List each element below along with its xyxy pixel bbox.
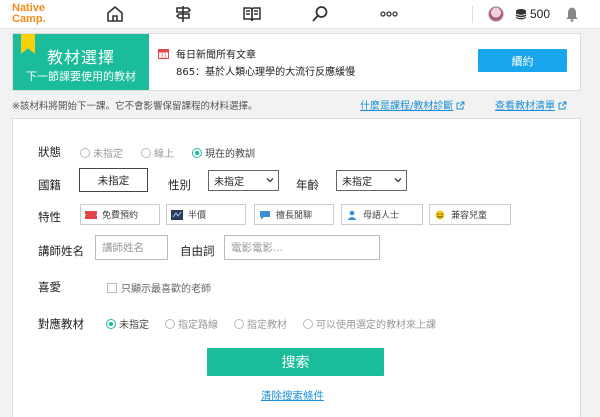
feature-label-text: 母語人士 <box>363 211 400 221</box>
banner-title: 教材選擇 <box>46 48 115 67</box>
ticket-icon <box>85 210 97 219</box>
home-icon[interactable] <box>104 4 126 24</box>
age-select[interactable]: 未指定 <box>336 170 407 191</box>
free-word-placeholder: 電影電影... <box>231 242 284 254</box>
favorite-only-checkbox[interactable]: 只顯示最喜歡的老師 <box>107 280 211 295</box>
material-option-material[interactable]: 指定教材 <box>234 316 287 331</box>
clear-search-link[interactable]: 清除搜索條件 <box>261 388 324 403</box>
radio-icon <box>80 147 90 158</box>
top-nav-bar: Native Camp. 500 <box>0 0 600 29</box>
feature-label-text: 半價 <box>188 211 207 221</box>
radio-selected-icon <box>106 318 116 329</box>
chevron-down-icon <box>394 178 402 183</box>
checkbox-icon <box>107 282 117 293</box>
status-option-label: 線上 <box>154 149 174 160</box>
status-radio-group: 未指定 線上 現在的教訓 <box>80 145 273 160</box>
material-option-route[interactable]: 指定路線 <box>165 316 218 331</box>
coin-stack-icon <box>515 9 527 20</box>
feature-native-speaker[interactable]: 母語人士 <box>341 204 423 225</box>
chat-bubble-icon <box>260 210 270 219</box>
course-diagnosis-link[interactable]: 什麼是課程/教材診斷 <box>360 97 465 112</box>
course-diagnosis-link-label: 什麼是課程/教材診斷 <box>360 101 454 112</box>
material-option-label: 指定教材 <box>247 320 287 331</box>
smile-icon <box>435 210 445 219</box>
gender-select[interactable]: 未指定 <box>208 170 279 191</box>
avatar[interactable] <box>488 6 504 22</box>
teacher-name-placeholder: 講師姓名 <box>102 242 144 254</box>
material-radio-group: 未指定 指定路線 指定教材 可以使用選定的教材來上課 <box>106 316 436 331</box>
status-option-label: 現在的教訓 <box>205 149 255 160</box>
logo-line2: Camp. <box>12 13 46 25</box>
search-button[interactable]: 搜索 <box>207 348 384 376</box>
status-option-online[interactable]: 線上 <box>141 145 174 160</box>
feature-child-friendly[interactable]: 兼容兒童 <box>429 204 511 225</box>
coin-count: 500 <box>530 7 551 21</box>
free-word-input[interactable]: 電影電影... <box>224 235 380 260</box>
gender-label: 性別 <box>168 178 191 192</box>
current-lesson-title: 865：基於人類心理學的大流行反應緩慢 <box>176 67 356 78</box>
feature-free-reservation[interactable]: 免費預約 <box>80 204 160 225</box>
status-option-unspecified[interactable]: 未指定 <box>80 145 123 160</box>
gender-select-value: 未指定 <box>214 177 244 188</box>
news-category: 每日新聞所有文章 <box>176 50 256 61</box>
feature-half-price[interactable]: 半價 <box>166 204 246 225</box>
half-price-icon <box>171 209 183 220</box>
feature-label: 特性 <box>38 210 61 224</box>
favorite-label: 喜愛 <box>38 280 61 294</box>
material-option-label: 未指定 <box>119 320 149 331</box>
external-link-icon <box>456 101 465 110</box>
search-icon[interactable] <box>309 4 331 24</box>
more-icon[interactable] <box>378 4 400 24</box>
feature-label-text: 擅長閒聊 <box>276 211 313 221</box>
native-camp-logo[interactable]: Native Camp. <box>12 3 46 25</box>
age-select-value: 未指定 <box>342 177 372 188</box>
material-list-link-label: 查看教材清單 <box>495 101 555 112</box>
material-list-link[interactable]: 查看教材清單 <box>495 97 567 112</box>
svg-text:31: 31 <box>160 54 166 60</box>
book-icon[interactable] <box>241 4 263 24</box>
free-word-label: 自由詞 <box>180 244 215 258</box>
radio-icon <box>303 318 313 329</box>
status-option-label: 未指定 <box>93 149 123 160</box>
bell-icon[interactable] <box>565 6 579 22</box>
signpost-icon[interactable] <box>172 4 194 24</box>
material-option-selected-material[interactable]: 可以使用選定的教材來上課 <box>303 316 436 331</box>
feature-label-text: 免費預約 <box>102 211 139 221</box>
calendar-icon: 31 <box>158 49 169 60</box>
material-option-unspecified[interactable]: 未指定 <box>106 316 149 331</box>
person-icon <box>347 210 357 220</box>
chevron-down-icon <box>266 178 274 183</box>
teacher-name-label: 講師姓名 <box>38 244 84 258</box>
radio-icon <box>165 318 175 329</box>
status-label: 狀態 <box>38 145 61 159</box>
favorite-checkbox-label: 只顯示最喜歡的老師 <box>121 284 211 295</box>
feature-label-text: 兼容兒童 <box>451 211 488 221</box>
continue-button[interactable]: 續約 <box>478 49 567 72</box>
material-option-label: 可以使用選定的教材來上課 <box>316 320 436 331</box>
material-selection-banner: 教材選擇 下一節課要使用的教材 31 每日新聞所有文章 865：基於人類心理學的… <box>12 33 581 91</box>
radio-icon <box>141 147 151 158</box>
teacher-name-input[interactable]: 講師姓名 <box>95 235 168 260</box>
material-label: 對應教材 <box>38 317 84 331</box>
status-option-current-lesson[interactable]: 現在的教訓 <box>192 145 255 160</box>
material-note: ※該材料將開始下一課。它不會影響保留課程的材料選擇。 <box>12 101 258 112</box>
material-option-label: 指定路線 <box>178 320 218 331</box>
material-selection-tile[interactable]: 教材選擇 下一節課要使用的教材 <box>13 34 149 90</box>
radio-icon <box>234 318 244 329</box>
age-label: 年齡 <box>296 178 319 192</box>
feature-chat[interactable]: 擅長閒聊 <box>254 204 334 225</box>
radio-selected-icon <box>192 147 202 158</box>
header-divider <box>472 6 473 23</box>
banner-subtitle: 下一節課要使用的教材 <box>26 70 136 83</box>
nationality-selector[interactable]: 未指定 <box>79 168 148 192</box>
external-link-icon <box>558 101 567 110</box>
nationality-label: 國籍 <box>38 178 61 192</box>
